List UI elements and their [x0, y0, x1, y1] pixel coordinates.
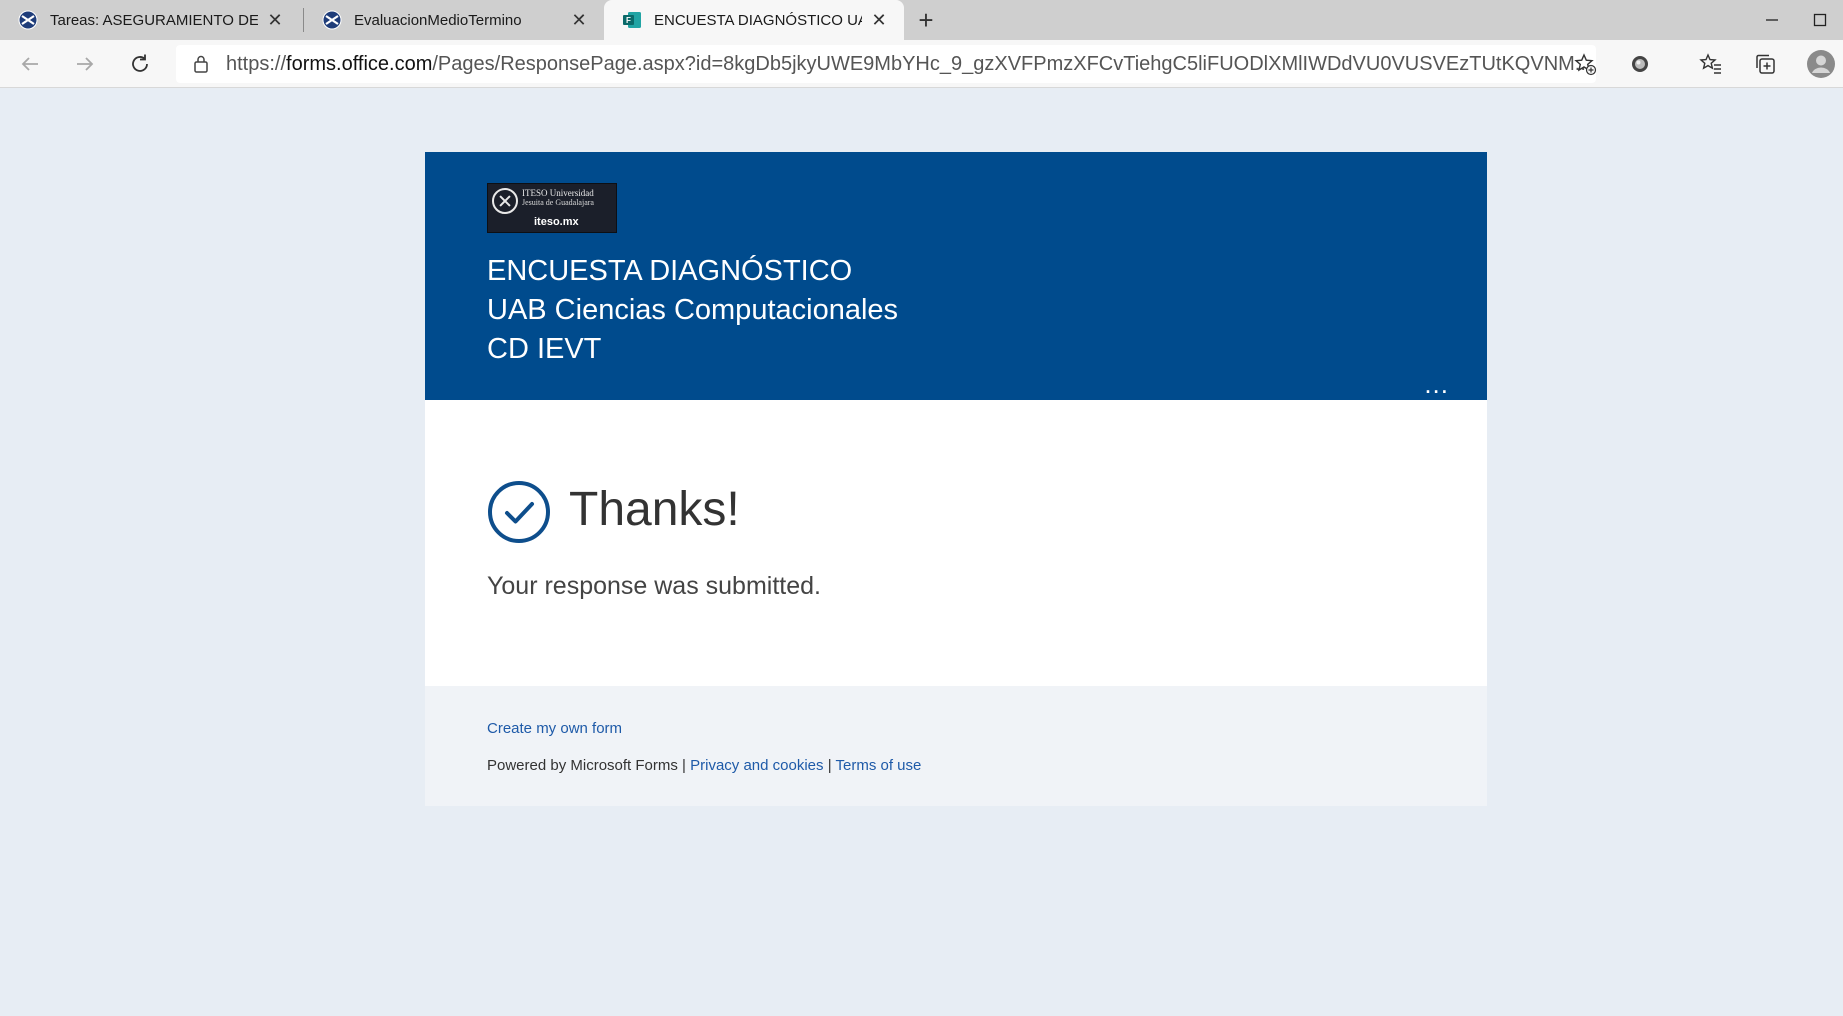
terms-link[interactable]: Terms of use: [836, 757, 922, 774]
iteso-logo: ITESO Universidad Jesuita de Guadalajara…: [487, 183, 617, 233]
profile-button[interactable]: [1803, 46, 1839, 82]
close-icon[interactable]: ✕: [264, 9, 286, 31]
globe-icon: [18, 10, 38, 30]
new-tab-button[interactable]: +: [910, 4, 942, 36]
extension-icon: [1632, 56, 1648, 72]
arrow-right-icon: [77, 57, 94, 71]
form-title: ENCUESTA DIAGNÓSTICO UAB Ciencias Comput…: [487, 252, 898, 369]
confirmation-panel: Thanks! Your response was submitted.: [425, 400, 1487, 686]
checkmark-circle-icon: [488, 481, 550, 543]
logo-text-line3: iteso.mx: [534, 216, 579, 228]
add-favorite-button[interactable]: [1567, 46, 1603, 82]
tab-evaluacion[interactable]: EvaluacionMedioTermino ✕: [304, 0, 604, 40]
form-title-line2: UAB Ciencias Computacionales: [487, 294, 899, 326]
maximize-icon: [1813, 13, 1827, 27]
thanks-heading: Thanks!: [569, 483, 740, 536]
tab-encuesta[interactable]: F ENCUESTA DIAGNÓSTICO UAB C ✕: [604, 0, 904, 40]
minimize-button[interactable]: [1749, 0, 1795, 40]
arrow-left-icon: [21, 57, 38, 71]
refresh-icon: [132, 54, 148, 72]
minimize-icon: [1766, 19, 1778, 21]
url-scheme: https://: [226, 52, 287, 75]
form-title-line3: CD IEVT: [487, 333, 602, 365]
tab-title: Tareas: ASEGURAMIENTO DE CA: [50, 11, 258, 29]
avatar-icon: [1807, 50, 1835, 78]
collections-icon: [1756, 54, 1775, 74]
tab-tareas[interactable]: Tareas: ASEGURAMIENTO DE CA ✕: [0, 0, 300, 40]
privacy-link[interactable]: Privacy and cookies: [690, 757, 823, 774]
svg-text:F: F: [626, 16, 631, 25]
separator: |: [677, 757, 691, 774]
create-form-link[interactable]: Create my own form: [487, 720, 622, 737]
url-host: forms.office.com: [286, 52, 433, 75]
url-path: /Pages/ResponsePage.aspx?id=8kgDb5jkyUWE…: [432, 52, 1586, 75]
separator: |: [823, 757, 836, 774]
favorites-button[interactable]: [1693, 46, 1729, 82]
form-header: ITESO Universidad Jesuita de Guadalajara…: [425, 152, 1487, 400]
logo-text-line1: ITESO Universidad: [522, 188, 594, 198]
powered-by-line: Powered by Microsoft Forms | Privacy and…: [487, 757, 921, 774]
logo-text-line2: Jesuita de Guadalajara: [522, 198, 594, 207]
forward-button[interactable]: [67, 46, 103, 82]
extension-button[interactable]: [1622, 46, 1658, 82]
form-title-line1: ENCUESTA DIAGNÓSTICO: [487, 255, 853, 287]
back-button[interactable]: [12, 46, 48, 82]
address-bar[interactable]: https://forms.office.com/Pages/ResponseP…: [176, 45, 1596, 83]
url-text[interactable]: https://forms.office.com/Pages/ResponseP…: [226, 53, 1586, 76]
tab-title: EvaluacionMedioTermino: [354, 11, 522, 29]
submitted-message: Your response was submitted.: [487, 572, 821, 600]
refresh-button[interactable]: [122, 46, 158, 82]
star-add-icon: [1574, 53, 1597, 76]
tab-title: ENCUESTA DIAGNÓSTICO UAB C: [654, 11, 862, 29]
powered-by-text: Powered by Microsoft Forms: [487, 757, 678, 774]
browser-toolbar: https://forms.office.com/Pages/ResponseP…: [0, 40, 1843, 88]
maximize-button[interactable]: [1797, 0, 1843, 40]
form-card: ITESO Universidad Jesuita de Guadalajara…: [425, 152, 1487, 806]
close-icon[interactable]: ✕: [568, 9, 590, 31]
collections-button[interactable]: [1747, 46, 1783, 82]
lock-icon: [194, 55, 208, 73]
forms-icon: F: [623, 12, 641, 28]
tab-strip: Tareas: ASEGURAMIENTO DE CA ✕ Evaluacion…: [0, 0, 1843, 40]
more-options-button[interactable]: ...: [1424, 371, 1449, 397]
form-footer: Create my own form Powered by Microsoft …: [425, 686, 1487, 806]
close-icon[interactable]: ✕: [868, 9, 890, 31]
favorites-icon: [1699, 53, 1721, 74]
seal-icon: [492, 188, 518, 214]
globe-icon: [322, 10, 342, 30]
